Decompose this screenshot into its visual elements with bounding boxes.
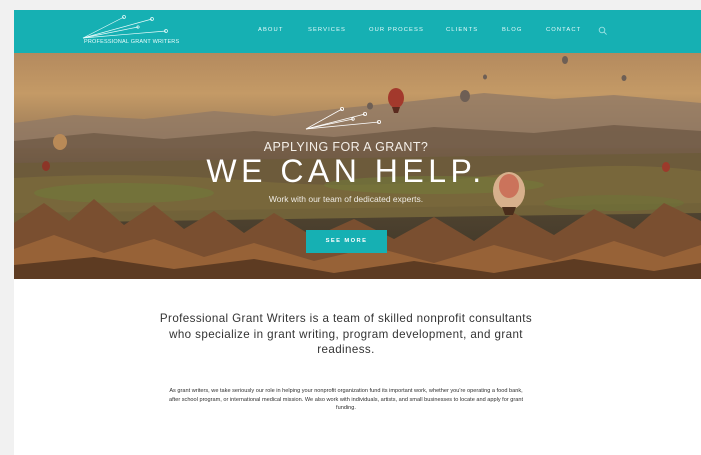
hero-kicker: APPLYING FOR A GRANT? (263, 140, 429, 154)
nav-our-process[interactable]: OUR PROCESS (369, 27, 424, 33)
search-icon[interactable] (598, 26, 608, 36)
logo-text: PROFESSIONAL GRANT WRITERS (84, 39, 180, 45)
detail-paragraph: As grant writers, we take seriously our … (168, 388, 524, 412)
nav-blog[interactable]: BLOG (502, 27, 523, 33)
nav-services[interactable]: SERVICES (308, 27, 346, 33)
site-logo[interactable]: PROFESSIONAL GRANT WRITERS (80, 14, 200, 51)
nav-contact[interactable]: CONTACT (546, 27, 581, 33)
hero-subtitle: Work with our team of dedicated experts. (268, 194, 424, 204)
see-more-button[interactable]: SEE MORE (306, 230, 387, 253)
hero-title: WE CAN HELP. (206, 153, 486, 189)
nav-clients[interactable]: CLIENTS (446, 27, 478, 33)
site-header: PROFESSIONAL GRANT WRITERS ABOUT SERVICE… (14, 10, 701, 53)
intro-paragraph: Professional Grant Writers is a team of … (159, 312, 533, 356)
nav-about[interactable]: ABOUT (258, 27, 283, 33)
browser-page: PROFESSIONAL GRANT WRITERS ABOUT SERVICE… (14, 10, 701, 455)
logo-lines-icon (82, 15, 168, 39)
hero-section: APPLYING FOR A GRANT? WE CAN HELP. Work … (14, 53, 701, 279)
